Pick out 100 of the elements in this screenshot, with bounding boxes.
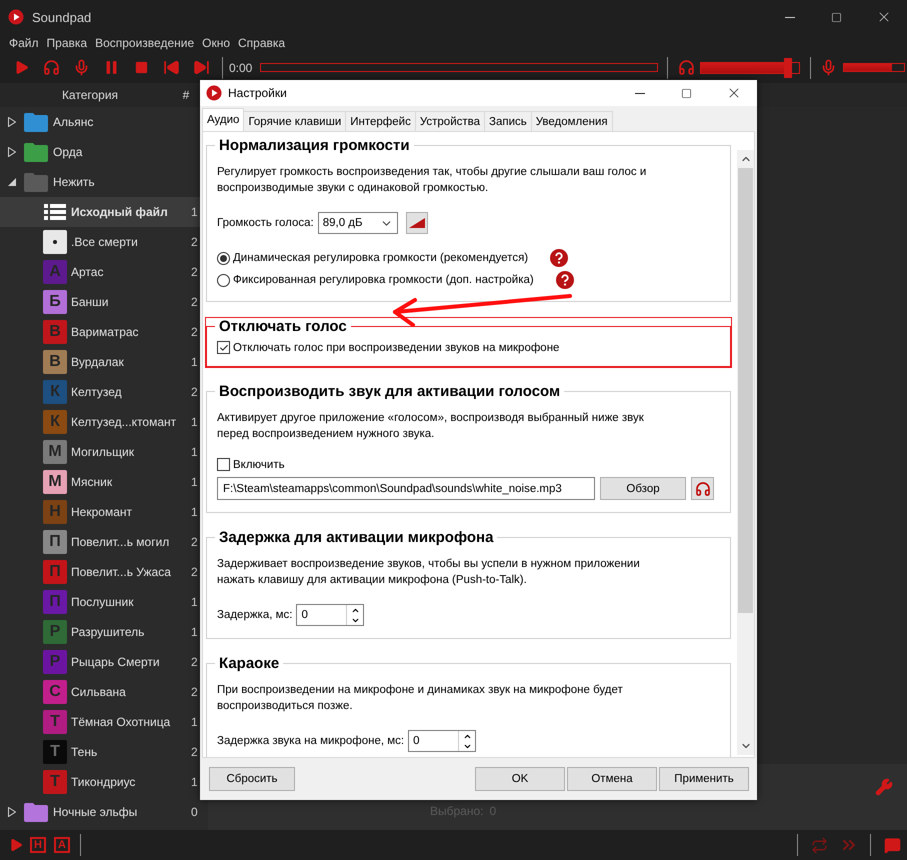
sound-count: 2 — [191, 265, 199, 279]
number-field[interactable]: 0 — [296, 604, 364, 626]
apply-button[interactable]: Применить — [659, 767, 749, 791]
sound-count: 2 — [191, 235, 199, 249]
group-title: Отключать голос — [218, 318, 348, 335]
scrollbar[interactable] — [737, 150, 754, 755]
sound-count: 2 — [191, 535, 199, 549]
sound-count: 0 — [191, 805, 199, 819]
radio-option[interactable]: Динамическая регулировка громкости (рекомендуется) — [217, 252, 528, 264]
window-title: Soundpad — [32, 10, 92, 24]
sound-count: 1 — [191, 205, 199, 219]
sound-count: 2 — [191, 685, 199, 699]
category-row[interactable]: М Мясник 1 — [0, 467, 208, 497]
checkbox[interactable] — [217, 458, 230, 471]
category-row[interactable]: Р Разрушитель 1 — [0, 617, 208, 647]
menu-item[interactable]: Воспроизведение — [95, 36, 194, 50]
path-field[interactable]: F:\Steam\steamapps\common\Soundpad\sounds\white_noise.mp3 — [217, 477, 595, 500]
category-row[interactable]: П Послушник 1 — [0, 587, 208, 617]
menu-item[interactable]: Справка — [238, 36, 286, 50]
minimize-icon — [634, 92, 644, 94]
category-row[interactable]: Орда — [0, 137, 208, 167]
category-row[interactable]: .Все смерти 2 — [0, 227, 208, 257]
letter-tile: К — [43, 410, 67, 434]
expand-icon[interactable] — [8, 117, 16, 127]
category-row[interactable]: В Вурдалак 1 — [0, 347, 208, 377]
letter-tile: Т — [43, 740, 67, 764]
category-row[interactable]: А Артас 2 — [0, 257, 208, 287]
letter-tile: П — [43, 530, 67, 554]
ramp-button[interactable] — [406, 212, 428, 234]
sound-count: 2 — [191, 655, 199, 669]
browse-button[interactable]: Обзор — [600, 477, 686, 500]
sound-count: 2 — [191, 295, 199, 309]
checkbox[interactable] — [217, 341, 230, 354]
time-display: 0:00 — [229, 60, 252, 74]
field-label: Задержка звука на микрофоне, мс: — [217, 735, 404, 747]
volume-label: Громкость голоса: — [217, 217, 314, 229]
headphones-button[interactable] — [691, 477, 714, 500]
category-row[interactable]: М Могильщик 1 — [0, 437, 208, 467]
checkbox-option[interactable]: Отключать голос при воспроизведении звуков на микрофоне — [217, 341, 720, 354]
group-title: Воспроизводить звук для активации голосом — [218, 383, 562, 400]
previous-icon — [162, 59, 180, 76]
group-description: При воспроизведении на микрофоне и динамиках звук на микрофоне будет воспроизводиться позже. — [217, 683, 624, 714]
radio-button[interactable] — [217, 274, 230, 286]
help-icon[interactable] — [550, 249, 568, 267]
ok-button[interactable]: OK — [475, 767, 565, 791]
radio-button[interactable] — [217, 252, 230, 264]
volume-thumb[interactable] — [784, 58, 792, 78]
reset-button[interactable]: Сбросить — [209, 767, 295, 791]
tab[interactable]: Уведомления — [530, 111, 613, 131]
category-row[interactable]: К Келтузед...ктомант 1 — [0, 407, 208, 437]
letter-tile: Б — [43, 290, 67, 314]
tab[interactable]: Аудио — [202, 108, 244, 131]
expand-icon[interactable] — [8, 807, 16, 817]
collapse-icon[interactable] — [8, 178, 16, 186]
column-header: # — [182, 88, 190, 102]
menu-item[interactable]: Правка — [46, 36, 88, 50]
category-row[interactable]: Р Рыцарь Смерти 2 — [0, 647, 208, 677]
category-row[interactable]: Н Некромант 1 — [0, 497, 208, 527]
expand-icon[interactable] — [8, 147, 16, 157]
category-row[interactable]: Нежить — [0, 167, 208, 197]
radio-option[interactable]: Фиксированная регулировка громкости (доп. настройка) — [217, 274, 534, 286]
settings-icon[interactable] — [875, 778, 893, 796]
letter-tile: Т — [43, 770, 67, 794]
letter-tile: Н — [43, 500, 67, 524]
category-row[interactable]: С Сильвана 2 — [0, 677, 208, 707]
category-row[interactable]: Ночные эльфы 0 — [0, 797, 208, 827]
category-row[interactable]: Б Банши 2 — [0, 287, 208, 317]
category-row[interactable]: П Повелит...ь Ужаса 2 — [0, 557, 208, 587]
sound-count: 1 — [191, 445, 199, 459]
menu-item[interactable]: Окно — [202, 36, 230, 50]
sound-count: 2 — [191, 745, 199, 759]
category-row[interactable]: П Повелит...ь могил 2 — [0, 527, 208, 557]
sound-count: 2 — [191, 565, 199, 579]
headphones-icon — [694, 480, 710, 496]
checkbox-option[interactable]: Включить — [217, 458, 720, 471]
group-title: Нормализация громкости — [218, 137, 411, 154]
category-row[interactable]: В Вариматрас 2 — [0, 317, 208, 347]
category-row[interactable]: К Келтузед 2 — [0, 377, 208, 407]
group-description: Задерживает воспроизведение звуков, чтобы вы успели в нужном приложении нажать клавишу для активации микрофона (Push-to-Talk). — [217, 557, 641, 588]
category-row[interactable]: Т Тикондриус 1 — [0, 767, 208, 797]
category-row[interactable]: Т Тёмная Охотница 1 — [0, 707, 208, 737]
app-logo-icon — [8, 9, 24, 25]
app-logo-icon — [206, 85, 222, 101]
cancel-button[interactable]: Отмена — [567, 767, 657, 791]
letter-tile: В — [43, 320, 67, 344]
letter-tile: П — [43, 560, 67, 584]
progress-bar[interactable] — [260, 63, 658, 72]
volume-dropdown[interactable]: 89,0 дБ — [318, 212, 398, 234]
help-icon[interactable] — [556, 271, 574, 289]
sound-count: 1 — [191, 625, 199, 639]
menu-item[interactable]: Файл — [9, 36, 39, 50]
number-field[interactable]: 0 — [408, 730, 476, 752]
letter-tile: Т — [43, 710, 67, 734]
check-icon — [218, 342, 228, 352]
letter-tile: С — [43, 680, 67, 704]
letter-tile: М — [43, 470, 67, 494]
sound-count: 1 — [191, 415, 199, 429]
sound-count: 1 — [191, 595, 199, 609]
category-row[interactable]: Т Тень 2 — [0, 737, 208, 767]
group-description: Регулирует громкость воспроизведения так, чтобы другие слышали ваш голос и воспроизводимые звуки с одинаковой громкостью. — [217, 165, 648, 196]
